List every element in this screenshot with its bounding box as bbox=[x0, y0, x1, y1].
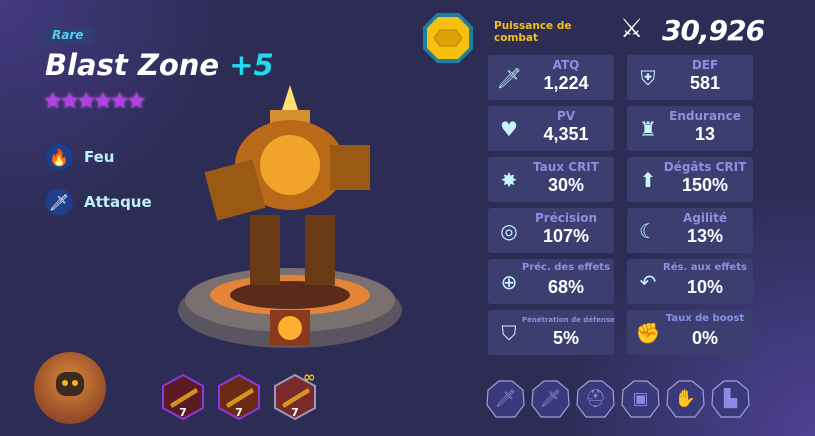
skill-slot[interactable]: 7 bbox=[216, 373, 262, 421]
stat-value: 30% bbox=[547, 175, 585, 195]
stat-label: PV bbox=[556, 109, 576, 123]
stat-card: ⛨ DEF 581 bbox=[627, 55, 753, 100]
rarity-badge: Rare bbox=[42, 27, 94, 43]
hero-model[interactable] bbox=[170, 85, 420, 360]
stat-value: 0% bbox=[691, 328, 718, 348]
stat-card: 🗡 ATQ 1,224 bbox=[488, 55, 614, 100]
return-arrow-icon: ↶ bbox=[639, 270, 657, 294]
weapon-icon: 🗡 bbox=[494, 389, 517, 409]
glove-icon: ✋ bbox=[674, 389, 697, 409]
stat-value: 10% bbox=[686, 277, 724, 297]
stat-label: Endurance bbox=[669, 109, 741, 123]
combat-power-label: Puissance de combat bbox=[494, 20, 572, 44]
stat-value: 581 bbox=[689, 73, 721, 93]
boot-icon: ▙ bbox=[723, 389, 738, 409]
helmet-icon: ⛑ bbox=[584, 389, 607, 409]
stat-label: Agilité bbox=[682, 211, 728, 225]
sword-icon: 🗡 bbox=[496, 66, 522, 90]
burst-icon: ✸ bbox=[500, 168, 518, 192]
stat-card: ♜ Endurance 13 bbox=[627, 106, 753, 151]
dagger-icon: 🗡 bbox=[44, 187, 74, 217]
agility-icon: ☾ bbox=[639, 219, 657, 243]
target-arrow-icon: ◎ bbox=[500, 219, 518, 243]
stat-label: Dégâts CRIT bbox=[663, 160, 747, 174]
stat-card: ⬆ Dégâts CRIT 150% bbox=[627, 157, 753, 202]
stat-card: ✸ Taux CRIT 30% bbox=[488, 157, 614, 202]
stat-label: Rés. aux effets bbox=[663, 262, 747, 273]
stat-label: Précision bbox=[534, 211, 598, 225]
hero-name: Blast Zone +5 bbox=[45, 48, 274, 82]
hero-portrait[interactable] bbox=[34, 352, 106, 424]
stat-value: 13 bbox=[694, 124, 716, 144]
stat-card: ☾ Agilité 13% bbox=[627, 208, 753, 253]
stat-value: 107% bbox=[542, 226, 590, 246]
stat-label: Taux de boost bbox=[665, 313, 745, 324]
skill-level: 7 bbox=[291, 406, 299, 419]
fire-icon: 🔥 bbox=[44, 142, 74, 172]
element-attribute[interactable]: 🔥 Feu bbox=[44, 142, 115, 172]
equipment-slot[interactable]: ⛑ bbox=[576, 380, 615, 419]
skill-level: 7 bbox=[235, 406, 243, 419]
stat-card: ↶ Rés. aux effets 10% bbox=[627, 259, 753, 304]
stat-value: 5% bbox=[552, 328, 579, 348]
boost-fist-icon: ✊ bbox=[635, 321, 661, 345]
castle-shield-icon: ♜ bbox=[639, 117, 657, 141]
element-label: Feu bbox=[84, 148, 115, 166]
stat-label: Taux CRIT bbox=[533, 160, 599, 174]
combat-power-emblem bbox=[423, 13, 473, 63]
stat-card: ⊕ Préc. des effets 68% bbox=[488, 259, 614, 304]
combat-power-value: 30,926 bbox=[662, 14, 765, 47]
stat-value: 13% bbox=[686, 226, 724, 246]
hero-name-text: Blast Zone bbox=[45, 48, 220, 82]
pierced-shield-icon: ⛉ bbox=[501, 321, 517, 345]
crossed-swords-icon: ⚔ bbox=[620, 14, 644, 44]
heart-icon: ♥ bbox=[500, 117, 518, 141]
star-rating: ★★★★★★ bbox=[43, 89, 146, 114]
arrow-up-icon: ⬆ bbox=[639, 168, 657, 192]
stat-value: 150% bbox=[681, 175, 729, 195]
stat-label: DEF bbox=[691, 58, 719, 72]
enhance-level: +5 bbox=[229, 48, 274, 82]
stat-card: ⛉ Pénétration de défense 5% bbox=[488, 310, 615, 355]
stat-card: ✊ Taux de boost 0% bbox=[627, 310, 753, 355]
equipment-slot[interactable]: 🗡 bbox=[531, 380, 570, 419]
stat-label: Préc. des effets bbox=[522, 262, 611, 273]
skill-slot[interactable]: 7 bbox=[160, 373, 206, 421]
equipment-slot[interactable]: 🗡 bbox=[486, 380, 525, 419]
role-label: Attaque bbox=[84, 193, 152, 211]
stat-card: ◎ Précision 107% bbox=[488, 208, 614, 253]
stat-label: ATQ bbox=[552, 58, 580, 72]
weapon-icon: 🗡 bbox=[539, 389, 562, 409]
shield-icon: ⛨ bbox=[640, 66, 656, 90]
role-attribute[interactable]: 🗡 Attaque bbox=[44, 187, 152, 217]
skill-level: 7 bbox=[179, 406, 187, 419]
stat-value: 4,351 bbox=[543, 124, 589, 144]
equipment-slot[interactable]: ▣ bbox=[621, 380, 660, 419]
equipment-slot[interactable]: ▙ bbox=[711, 380, 750, 419]
armor-icon: ▣ bbox=[632, 389, 649, 409]
stat-label: Pénétration de défense bbox=[522, 316, 615, 324]
stat-value: 68% bbox=[547, 277, 585, 297]
equipment-slot[interactable]: ✋ bbox=[666, 380, 705, 419]
crosshair-icon: ⊕ bbox=[500, 270, 518, 294]
infinite-badge: ∞ bbox=[303, 368, 316, 386]
stat-card: ♥ PV 4,351 bbox=[488, 106, 614, 151]
stat-value: 1,224 bbox=[543, 73, 589, 93]
